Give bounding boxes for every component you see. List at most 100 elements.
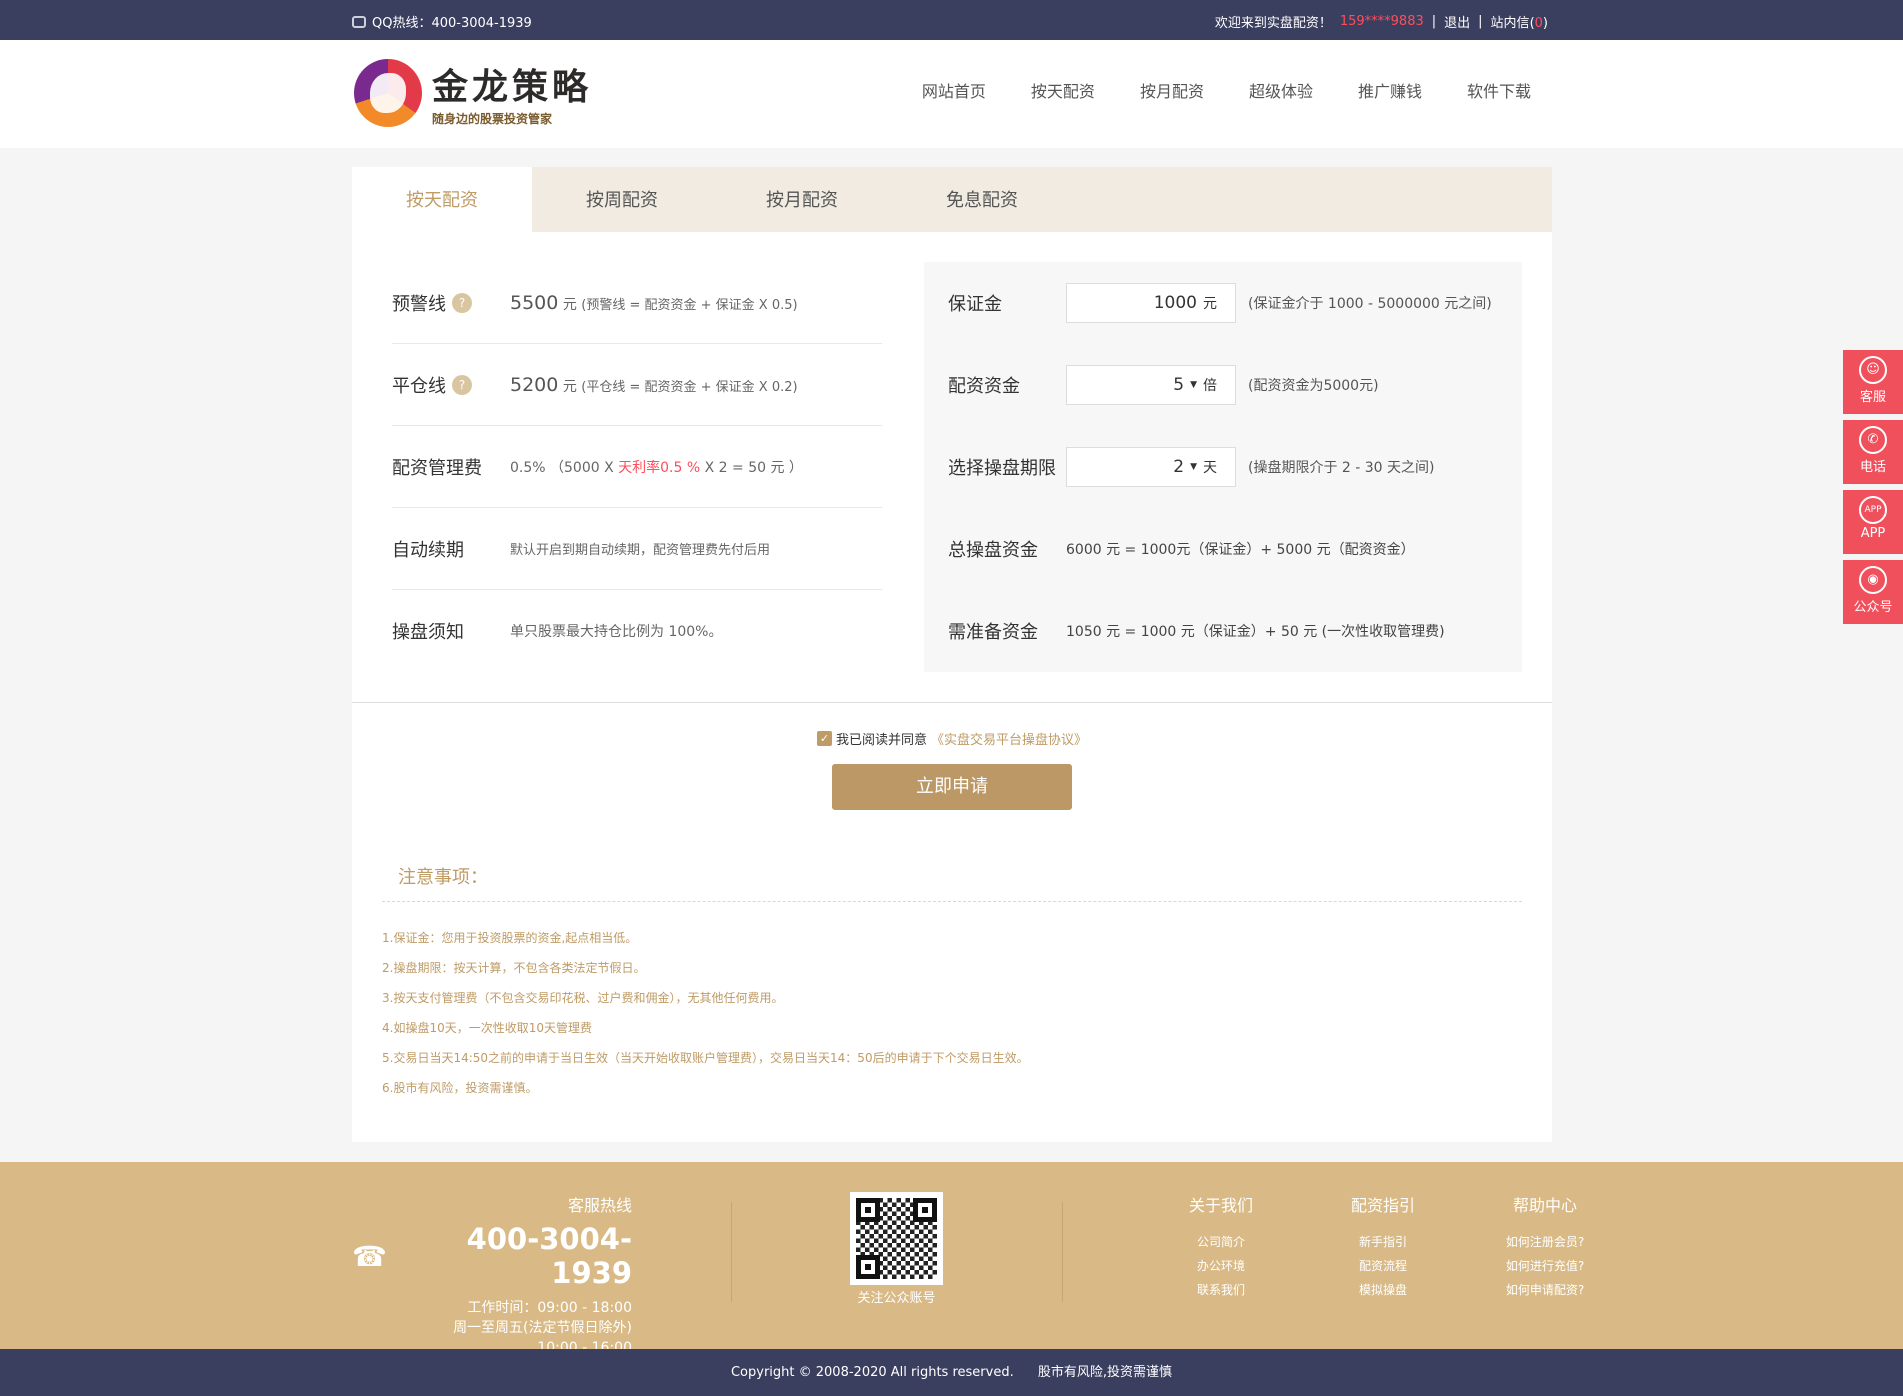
agree-text: 我已阅读并同意: [835, 733, 927, 748]
agree-checkbox[interactable]: ✓: [816, 731, 832, 746]
close-line-unit: 元: [562, 378, 577, 395]
copyright-text: Copyright © 2008-2020 All rights reserve…: [730, 1365, 1014, 1380]
footer-link[interactable]: 公司简介: [1140, 1230, 1302, 1254]
user-area: 欢迎来到实盘配资！ 159****9883 | 退出 | 站内信(0): [1215, 12, 1548, 31]
close-line-value: 5200: [510, 373, 559, 396]
leverage-hint: (配资资金为5000元): [1248, 378, 1379, 394]
leverage-select[interactable]: 5 ▼ 倍: [1066, 365, 1236, 405]
hotline-text: QQ热线：400-3004-1939: [372, 16, 532, 31]
tab-bar: 按天配资 按周配资 按月配资 免息配资: [352, 167, 1552, 232]
leverage-label: 配资资金: [948, 376, 1020, 397]
footer-link[interactable]: 配资流程: [1302, 1254, 1464, 1278]
apply-button[interactable]: 立即申请: [832, 764, 1072, 810]
tab-daily[interactable]: 按天配资: [352, 167, 532, 232]
side-customer-service[interactable]: ☺ 客服: [1843, 350, 1903, 414]
list-item: 6.股市有风险，投资需谨慎。: [382, 1081, 538, 1095]
footer-link[interactable]: 如何申请配资?: [1464, 1278, 1626, 1302]
chevron-down-icon: ▼: [1190, 462, 1197, 472]
list-item: 4.如操盘10天，一次性收取10天管理费: [382, 1021, 592, 1035]
tab-monthly[interactable]: 按月配资: [712, 167, 892, 232]
side-float-bar: ☺ 客服 ✆ 电话 APP APP ◉ 公众号: [1843, 350, 1903, 630]
chevron-down-icon: ▼: [1190, 380, 1197, 390]
leverage-unit: 倍: [1203, 378, 1217, 394]
side-label: 公众号: [1853, 600, 1893, 615]
auto-renew-row: 自动续期 默认开启到期自动续期，配资管理费先付后用: [392, 508, 882, 590]
trading-notice-text: 单只股票最大持仓比例为 100%。: [510, 624, 723, 640]
footer-link[interactable]: 办公环境: [1140, 1254, 1302, 1278]
tab-interest-free[interactable]: 免息配资: [892, 167, 1072, 232]
margin-input[interactable]: 1000 元: [1066, 283, 1236, 323]
trading-notice-row: 操盘须知 单只股票最大持仓比例为 100%。: [392, 590, 882, 672]
margin-card: 按天配资 按周配资 按月配资 免息配资 预警线? 5500 元 (预警线 = 配…: [352, 167, 1552, 1142]
nav-home[interactable]: 网站首页: [922, 78, 986, 102]
auto-renew-label: 自动续期: [392, 539, 464, 561]
footer-col-help: 帮助中心 如何注册会员? 如何进行充值? 如何申请配资?: [1464, 1192, 1626, 1302]
period-unit: 天: [1203, 460, 1217, 476]
agreement-link[interactable]: 《实盘交易平台操盘协议》: [931, 729, 1087, 748]
service-title: 客服热线: [567, 1196, 632, 1215]
footer-col-guide: 配资指引 新手指引 配资流程 模拟操盘: [1302, 1192, 1464, 1302]
top-bar: QQ热线：400-3004-1939 欢迎来到实盘配资！ 159****9883…: [0, 0, 1903, 40]
side-label: 客服: [1859, 390, 1886, 405]
nav-referral[interactable]: 推广赚钱: [1358, 78, 1422, 102]
logo[interactable]: 金龙策略 随身边的股票投资管家: [354, 58, 592, 127]
nav-trial[interactable]: 超级体验: [1249, 78, 1313, 102]
total-row: 总操盘资金 6000 元 = 1000元（保证金）+ 5000 元（配资资金）: [948, 508, 1522, 590]
footer-link[interactable]: 联系我们: [1140, 1278, 1302, 1302]
nav-download[interactable]: 软件下载: [1467, 78, 1531, 102]
separator: |: [1431, 14, 1437, 29]
footer-contact: 客服热线 ☎ 400-3004-1939 工作时间：09:00 - 18:00 周…: [352, 1192, 632, 1358]
notes-divider: [382, 901, 1522, 902]
warn-line-label: 预警线: [392, 293, 446, 315]
list-item: 3.按天支付管理费（不包含交易印花税、过户费和佣金），无其他任何费用。: [382, 991, 784, 1005]
logout-link[interactable]: 退出: [1444, 12, 1470, 31]
warn-line-unit: 元: [562, 296, 577, 313]
warn-line-ratio: 0.5: [771, 297, 793, 313]
notes-title: 注意事项：: [398, 867, 488, 888]
footer-link[interactable]: 如何注册会员?: [1464, 1230, 1626, 1254]
fee-rate: 天利率0.5 %: [618, 459, 701, 476]
qr-code: [850, 1192, 943, 1285]
help-icon[interactable]: ?: [452, 292, 472, 313]
warn-line-row: 预警线? 5500 元 (预警线 = 配资资金 + 保证金 X 0.5): [392, 262, 882, 344]
prepare-label: 需准备资金: [948, 622, 1038, 643]
prepare-calc: 1050 元 = 1000 元（保证金）+ 50 元 (一次性收取管理费): [1066, 624, 1445, 640]
side-phone[interactable]: ✆ 电话: [1843, 420, 1903, 484]
side-app[interactable]: APP APP: [1843, 490, 1903, 554]
margin-label: 保证金: [948, 294, 1002, 315]
list-item: 2.操盘期限：按天计算，不包含各类法定节假日。: [382, 961, 646, 975]
leverage-value: 5: [1173, 375, 1185, 395]
logo-subtitle: 随身边的股票投资管家: [432, 112, 553, 126]
inbox-link[interactable]: 站内信(0): [1491, 12, 1548, 31]
formula-end: ): [792, 379, 798, 395]
calc-panel: 保证金 1000 元 (保证金介于 1000 - 5000000 元之间) 配资…: [924, 262, 1522, 672]
margin-value: 1000: [1153, 293, 1197, 313]
close-line-row: 平仓线? 5200 元 (平仓线 = 配资资金 + 保证金 X 0.2): [392, 344, 882, 426]
footer: 客服热线 ☎ 400-3004-1939 工作时间：09:00 - 18:00 周…: [0, 1162, 1903, 1356]
help-icon[interactable]: ?: [452, 374, 472, 395]
agreement: ✓ 我已阅读并同意 《实盘交易平台操盘协议》: [352, 729, 1552, 748]
footer-link[interactable]: 模拟操盘: [1302, 1278, 1464, 1302]
nav-monthly[interactable]: 按月配资: [1140, 78, 1204, 102]
fee-post: X 2 = 50 元 ）: [700, 459, 803, 476]
close-line-formula: (平仓线 = 配资资金 + 保证金 X: [581, 379, 772, 395]
copyright-bar: Copyright © 2008-2020 All rights reserve…: [0, 1349, 1903, 1396]
list-item: 1.保证金：您用于投资股票的资金,起点相当低。: [382, 931, 638, 945]
app-icon: APP: [1859, 496, 1887, 524]
tab-weekly[interactable]: 按周配资: [532, 167, 712, 232]
divider: [731, 1202, 732, 1302]
footer-link[interactable]: 如何进行充值?: [1464, 1254, 1626, 1278]
headset-icon: ☺: [1859, 356, 1887, 384]
prepare-row: 需准备资金 1050 元 = 1000 元（保证金）+ 50 元 (一次性收取管…: [948, 590, 1522, 672]
warn-line-value: 5500: [510, 291, 559, 314]
footer-link[interactable]: 新手指引: [1302, 1230, 1464, 1254]
nav-daily[interactable]: 按天配资: [1031, 78, 1095, 102]
username-link[interactable]: 159****9883: [1340, 14, 1424, 29]
footer-col-title: 关于我们: [1188, 1196, 1253, 1215]
main-nav: 网站首页 按天配资 按月配资 超级体验 推广赚钱 软件下载: [922, 78, 1531, 102]
auto-renew-text: 默认开启到期自动续期，配资管理费先付后用: [510, 543, 771, 558]
side-wechat[interactable]: ◉ 公众号: [1843, 560, 1903, 624]
side-label: APP: [1860, 526, 1886, 541]
period-select[interactable]: 2 ▼ 天: [1066, 447, 1236, 487]
fee-label: 配资管理费: [392, 457, 482, 479]
